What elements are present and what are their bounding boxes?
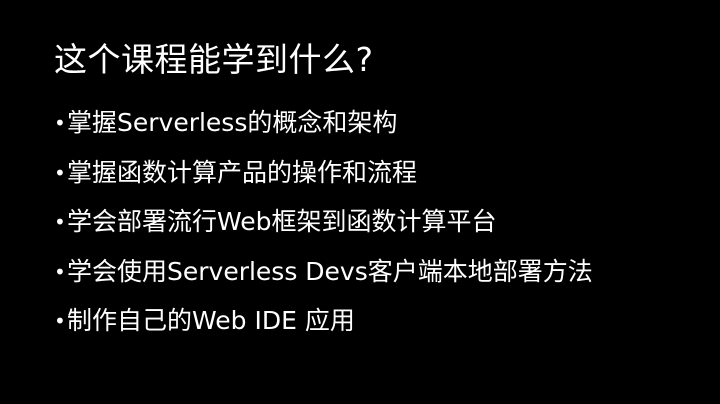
bullet-icon: •: [54, 111, 66, 135]
slide-title: 这个课程能学到什么?: [54, 40, 374, 79]
bullet-text: 学会部署流行Web框架到函数计算平台: [67, 207, 497, 236]
list-item: • 学会使用Serverless Devs客户端本地部署方法: [54, 254, 593, 304]
bullet-icon: •: [54, 309, 66, 333]
bullet-text: 学会使用Serverless Devs客户端本地部署方法: [67, 256, 593, 286]
bullet-icon: •: [54, 210, 66, 234]
bullet-text: 掌握Serverless的概念和架构: [67, 108, 398, 137]
bullet-list: • 掌握Serverless的概念和架构 • 掌握函数计算产品的操作和流程 • …: [54, 105, 593, 353]
bullet-icon: •: [54, 160, 66, 185]
slide: 这个课程能学到什么? • 掌握Serverless的概念和架构 • 掌握函数计算…: [0, 0, 720, 404]
list-item: • 掌握Serverless的概念和架构: [54, 105, 593, 155]
list-item: • 制作自己的Web IDE 应用: [54, 303, 593, 353]
list-item: • 掌握函数计算产品的操作和流程: [54, 155, 593, 205]
bullet-text: 制作自己的Web IDE 应用: [67, 306, 355, 335]
bullet-icon: •: [54, 259, 66, 284]
list-item: • 学会部署流行Web框架到函数计算平台: [54, 204, 593, 254]
bullet-text: 掌握函数计算产品的操作和流程: [67, 157, 418, 187]
